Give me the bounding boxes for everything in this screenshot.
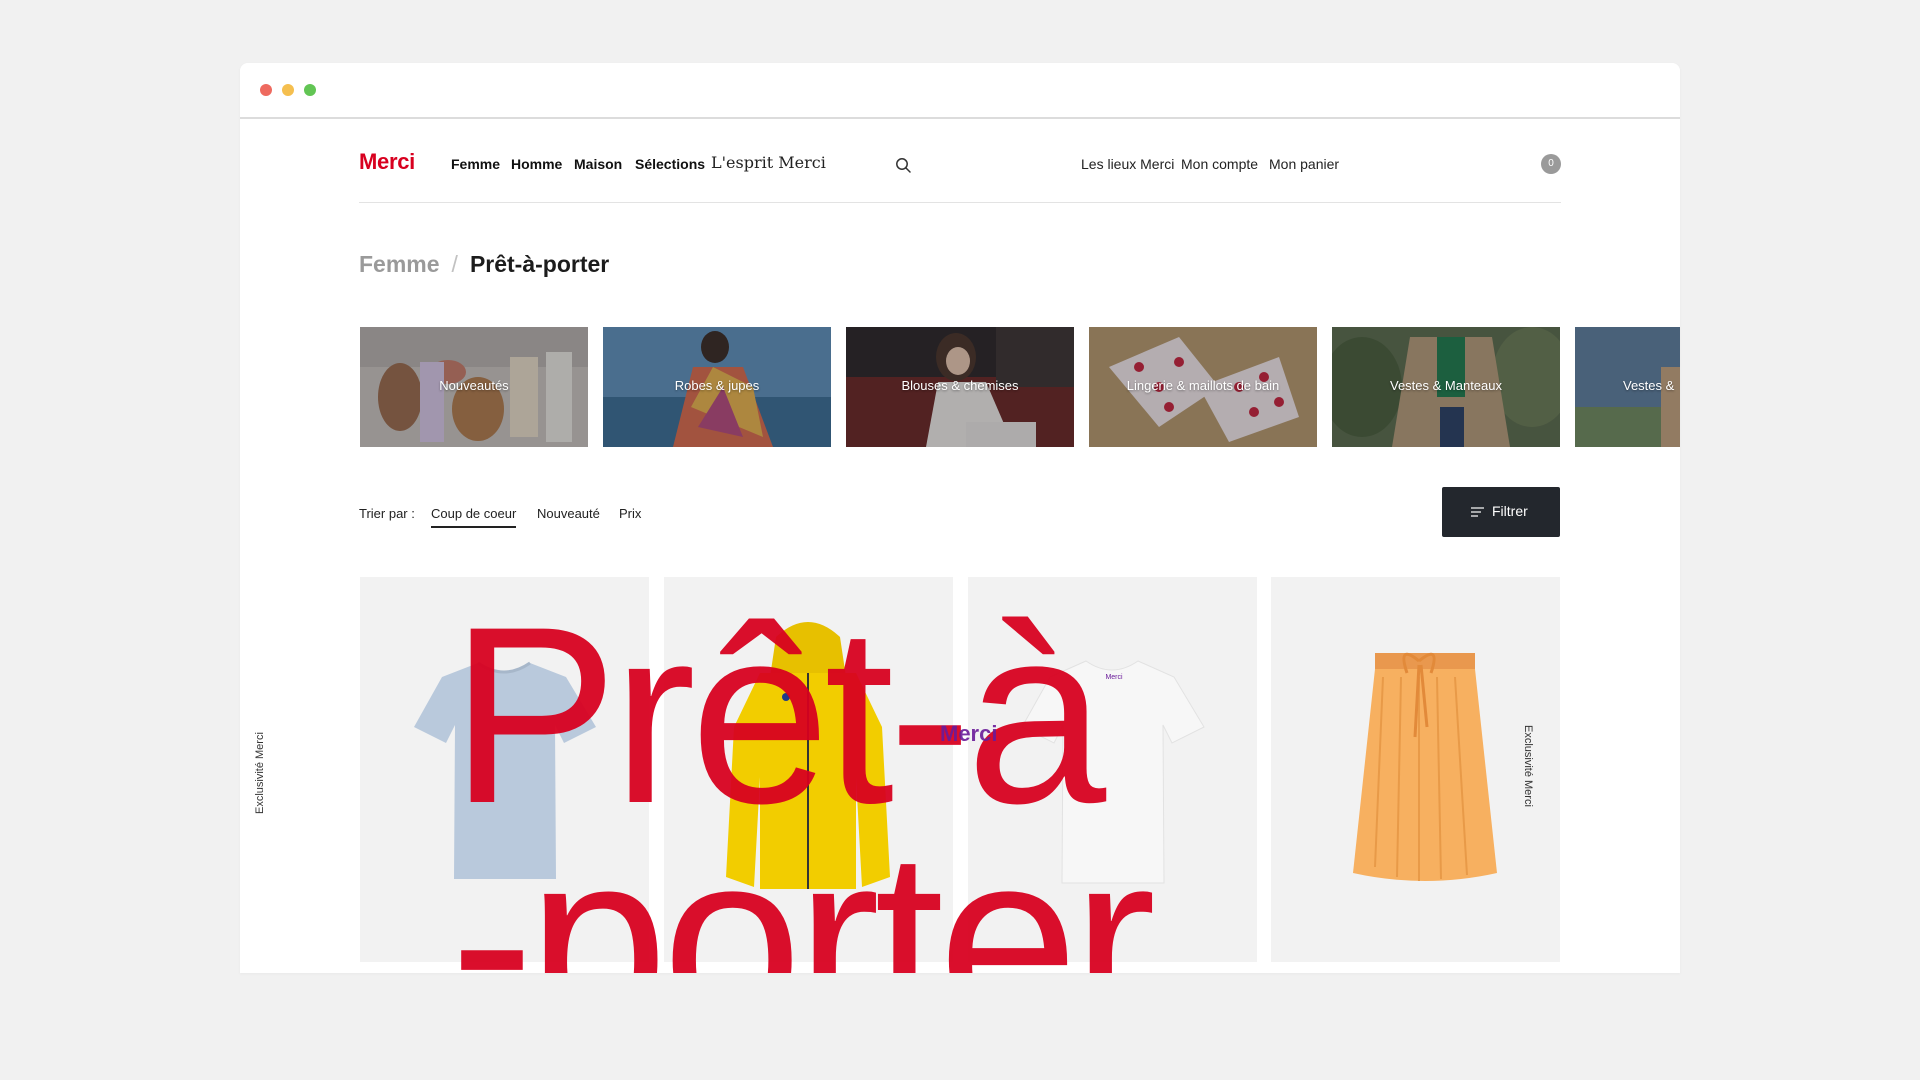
link-les-lieux-merci[interactable]: Les lieux Merci [1081,156,1174,172]
tshirt-print-merci: Merci [940,721,998,746]
filter-button[interactable]: Filtrer [1442,487,1560,537]
category-label: Robes & jupes [674,378,760,393]
tshirt-white-merci-image: Merci [1021,660,1205,884]
exclusivite-label-right: Exclusivité Merci [1522,725,1534,807]
browser-window: Merci Femme Homme Maison Sélections L'es… [240,63,1680,973]
link-mon-compte[interactable]: Mon compte [1181,156,1258,172]
browser-titlebar [240,63,1680,119]
category-label: Nouveautés [439,378,509,393]
category-tile-robes-jupes[interactable]: Robes & jupes [603,327,831,447]
category-tile-vestes-partial[interactable]: Vestes & [1575,327,1680,447]
filter-lines-icon [1471,507,1484,517]
product-card[interactable] [1271,577,1560,962]
sort-option-prix[interactable]: Prix [619,506,641,521]
maximize-window-dot[interactable] [304,84,316,96]
tshirt-blue-image [414,661,596,879]
nav-homme[interactable]: Homme [511,156,562,172]
sort-option-nouveaute[interactable]: Nouveauté [537,506,600,521]
nav-esprit-merci[interactable]: L'esprit Merci [711,153,826,172]
close-window-dot[interactable] [260,84,272,96]
yellow-rain-jacket-image [726,622,890,889]
breadcrumb-separator: / [451,251,458,277]
category-label: Blouses & chemises [901,378,1019,393]
tshirt-print-small: Merci [1105,674,1123,681]
cart-count-badge[interactable]: 0 [1541,154,1561,174]
category-tile-nouveautes[interactable]: Nouveautés [360,327,588,447]
filter-label: Filtrer [1492,503,1528,519]
category-tile-lingerie-maillots[interactable]: Lingerie & maillots de bain [1089,327,1317,447]
breadcrumb: Femme / Prêt-à-porter [359,251,609,278]
nav-selections[interactable]: Sélections [635,156,705,172]
merci-logo[interactable]: Merci [359,149,415,175]
product-card[interactable]: Merci [968,577,1257,962]
breadcrumb-parent[interactable]: Femme [359,251,440,277]
category-carousel: Nouveautés Robes & jupes Blouses & chemi… [360,327,1680,447]
search-icon[interactable] [895,157,911,173]
category-label: Lingerie & maillots de bain [1126,378,1280,393]
page-title: Prêt-à-porter [469,251,610,277]
category-label: Vestes & Manteaux [1389,378,1502,393]
orange-skirt-image [1353,652,1497,881]
sort-label: Trier par : [359,506,415,521]
category-label: Vestes & [1623,378,1675,393]
sort-option-coup-de-coeur[interactable]: Coup de coeur [431,506,517,528]
nav-maison[interactable]: Maison [574,156,622,172]
nav-femme[interactable]: Femme [451,156,500,172]
site-header: Merci Femme Homme Maison Sélections L'es… [359,119,1561,203]
link-mon-panier[interactable]: Mon panier [1269,156,1339,172]
minimize-window-dot[interactable] [282,84,294,96]
exclusivite-label-left: Exclusivité Merci [254,732,266,814]
product-card[interactable] [664,577,953,962]
category-tile-blouses-chemises[interactable]: Blouses & chemises [846,327,1074,447]
category-tile-vestes-manteaux[interactable]: Vestes & Manteaux [1332,327,1560,447]
product-card[interactable] [360,577,649,962]
